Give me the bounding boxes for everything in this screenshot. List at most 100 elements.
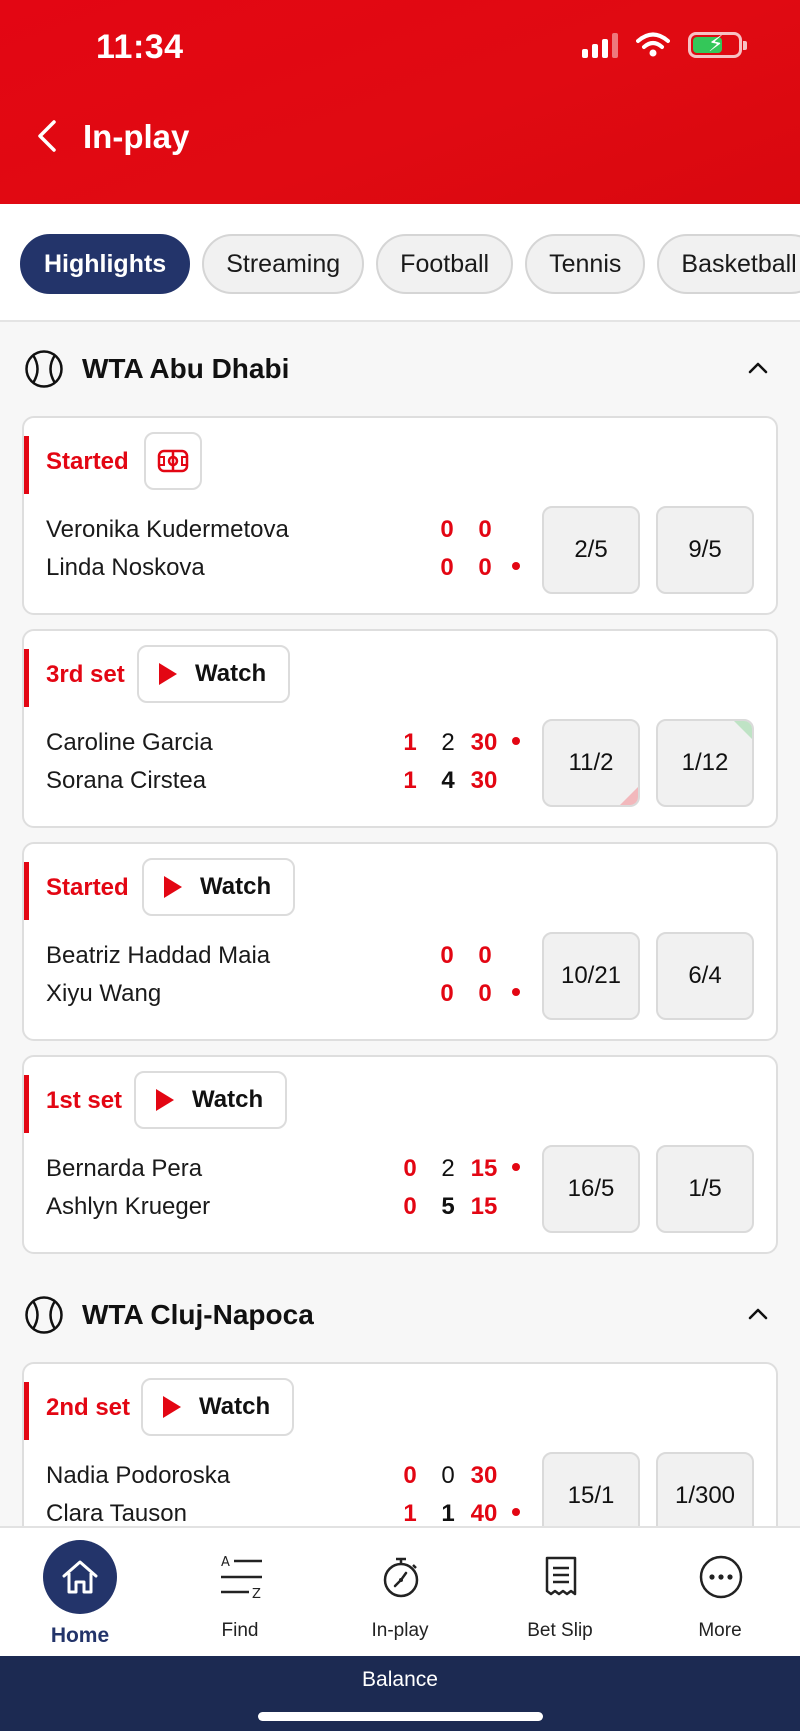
serving-indicator: [512, 737, 520, 745]
sets-score: 0: [403, 1193, 417, 1220]
games-score: 0: [441, 1462, 455, 1489]
cellular-signal-icon: [582, 32, 618, 58]
event-state: 3rd set: [46, 661, 125, 688]
pitch-icon: [157, 449, 189, 473]
player-two: Xiyu Wang: [46, 980, 162, 1007]
event-state: Started: [46, 874, 129, 901]
event-card[interactable]: 3rd set Watch Caroline Garcia Sorana Cir…: [22, 629, 778, 828]
nav-find[interactable]: A Z Find: [170, 1528, 310, 1658]
odds-button[interactable]: 6/4: [656, 932, 754, 1020]
odds-button[interactable]: 10/21: [542, 932, 640, 1020]
event-state: 1st set: [46, 1087, 123, 1114]
nav-bet-slip[interactable]: Bet Slip: [490, 1528, 630, 1658]
competition-title: WTA Abu Dhabi: [82, 353, 290, 384]
player-one: Beatriz Haddad Maia: [46, 942, 271, 969]
balance-label: Balance: [362, 1668, 438, 1691]
competition-header[interactable]: WTA Cluj-Napoca: [0, 1268, 800, 1362]
competition-header[interactable]: WTA Abu Dhabi: [0, 322, 800, 416]
tab-tennis[interactable]: Tennis: [525, 234, 646, 294]
nav-label: Home: [50, 1624, 110, 1647]
player-two: Linda Noskova: [46, 554, 205, 581]
live-accent-bar: [24, 1382, 29, 1440]
app-screen: 11:34 ⚡ In-play Highlights Streaming Foo…: [0, 0, 800, 1731]
odds-drifting-indicator: [620, 787, 638, 805]
live-accent-bar: [24, 649, 29, 707]
sets-score: 1: [403, 767, 417, 794]
points-score: 30: [470, 767, 498, 794]
games-score: 5: [441, 1193, 455, 1220]
games-score: 0: [478, 516, 492, 543]
points-score: 15: [470, 1193, 498, 1220]
games-score: 1: [441, 1500, 455, 1526]
watch-button[interactable]: Watch: [137, 645, 291, 703]
chevron-up-icon[interactable]: [746, 356, 770, 380]
competition-title: WTA Cluj-Napoca: [82, 1299, 314, 1330]
odds-button[interactable]: 11/2: [542, 719, 640, 807]
back-arrow-icon[interactable]: [30, 116, 66, 156]
watch-button[interactable]: Watch: [141, 1378, 295, 1436]
play-icon: [163, 1396, 181, 1418]
chevron-up-icon[interactable]: [746, 1302, 770, 1326]
event-card[interactable]: Started Watch Beatriz Haddad Maia Xiyu W…: [22, 842, 778, 1041]
sets-score: 0: [440, 516, 454, 543]
wifi-icon: [636, 32, 670, 57]
page-title: In-play: [83, 118, 190, 155]
svg-text:A: A: [221, 1555, 230, 1570]
games-score: 0: [478, 554, 492, 581]
battery-icon: ⚡: [688, 31, 747, 58]
nav-label: In-play: [371, 1620, 429, 1641]
watch-label: Watch: [195, 660, 267, 687]
receipt-icon: [545, 1556, 577, 1596]
sport-tabs: Highlights Streaming Football Tennis Bas…: [20, 234, 800, 294]
serving-indicator: [512, 988, 520, 996]
sport-filter-bar: Highlights Streaming Football Tennis Bas…: [0, 204, 800, 322]
odds-button[interactable]: 1/12: [656, 719, 754, 807]
points-score: 30: [470, 729, 498, 756]
sets-score: 0: [403, 1155, 417, 1182]
games-score: 2: [441, 1155, 455, 1182]
live-accent-bar: [24, 1075, 29, 1133]
player-one: Bernarda Pera: [46, 1155, 203, 1182]
games-score: 2: [441, 729, 455, 756]
sets-score: 0: [440, 942, 454, 969]
a-z-icon: A Z: [221, 1555, 262, 1600]
odds-value: 11/2: [568, 749, 614, 776]
sets-score: 1: [403, 1500, 417, 1526]
tab-streaming[interactable]: Streaming: [202, 234, 365, 294]
nav-in-play[interactable]: In-play: [330, 1528, 470, 1658]
watch-label: Watch: [200, 873, 272, 900]
sets-score: 0: [440, 554, 454, 581]
player-two: Sorana Cirstea: [46, 767, 207, 794]
watch-label: Watch: [199, 1393, 271, 1420]
odds-button[interactable]: 1/5: [656, 1145, 754, 1233]
watch-button[interactable]: Watch: [142, 858, 296, 916]
odds-button[interactable]: 15/1: [542, 1452, 640, 1526]
status-time: 11:34: [96, 28, 184, 66]
app-header: 11:34 ⚡ In-play: [0, 0, 800, 204]
balance-bar[interactable]: Balance: [0, 1656, 800, 1731]
nav-more[interactable]: More: [650, 1528, 790, 1658]
odds-button[interactable]: 9/5: [656, 506, 754, 594]
player-two: Clara Tauson: [46, 1500, 187, 1526]
serving-indicator: [512, 562, 520, 570]
games-score: 0: [478, 942, 492, 969]
tab-highlights[interactable]: Highlights: [20, 234, 191, 294]
tab-basketball[interactable]: Basketball: [657, 234, 800, 294]
odds-button[interactable]: 2/5: [542, 506, 640, 594]
sets-score: 0: [403, 1462, 417, 1489]
games-score: 0: [478, 980, 492, 1007]
event-card[interactable]: Started Veronika Kudermetova Linda Nosko…: [22, 416, 778, 615]
watch-button[interactable]: Watch: [134, 1071, 288, 1129]
event-card[interactable]: 1st set Watch Bernarda Pera Ashlyn Krueg…: [22, 1055, 778, 1254]
nav-home[interactable]: Home: [10, 1528, 150, 1658]
tennis-ball-icon: [25, 350, 63, 388]
match-tracker-button[interactable]: [144, 432, 202, 490]
home-active-circle: [43, 1540, 117, 1614]
player-two: Ashlyn Krueger: [46, 1193, 211, 1220]
odds-button[interactable]: 16/5: [542, 1145, 640, 1233]
live-accent-bar: [24, 436, 29, 494]
points-score: 40: [470, 1500, 498, 1526]
event-card[interactable]: 2nd set Watch Nadia Podoroska Clara Taus…: [22, 1362, 778, 1526]
tab-football[interactable]: Football: [376, 234, 514, 294]
odds-button[interactable]: 1/300: [656, 1452, 754, 1526]
